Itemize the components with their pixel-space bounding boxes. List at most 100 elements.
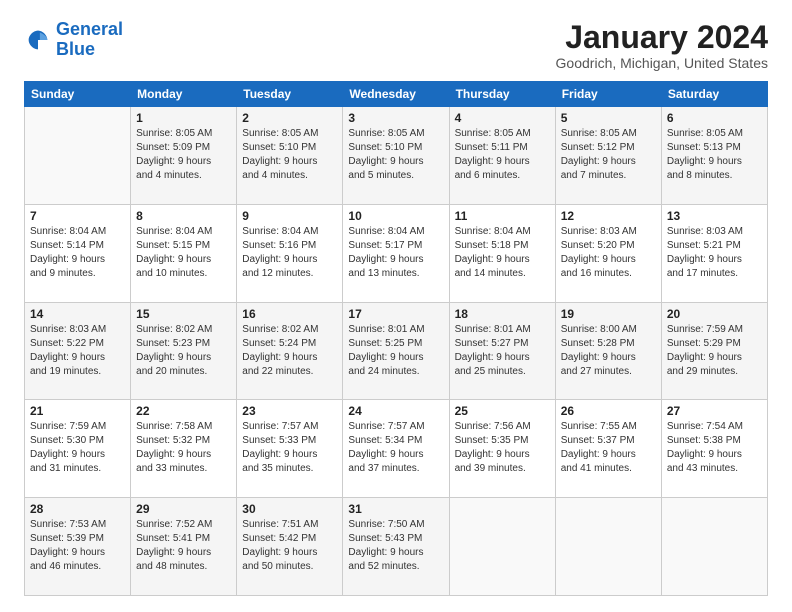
day-info: Sunrise: 8:03 AMSunset: 5:20 PMDaylight:… <box>561 225 656 281</box>
week-row-5: 28 Sunrise: 7:53 AMSunset: 5:39 PMDayligh… <box>25 498 768 596</box>
day-number: 26 <box>561 404 656 418</box>
calendar-cell: 4 Sunrise: 8:05 AMSunset: 5:11 PMDaylight… <box>449 107 555 205</box>
weekday-header-wednesday: Wednesday <box>343 82 449 107</box>
calendar-cell: 6 Sunrise: 8:05 AMSunset: 5:13 PMDaylight… <box>661 107 767 205</box>
calendar-cell: 29Sunrise: 7:52 AMSunset: 5:41 PMDayligh… <box>131 498 237 596</box>
day-number: 25 <box>455 404 550 418</box>
calendar-table: SundayMondayTuesdayWednesdayThursdayFrid… <box>24 81 768 596</box>
weekday-header-row: SundayMondayTuesdayWednesdayThursdayFrid… <box>25 82 768 107</box>
calendar-cell <box>25 107 131 205</box>
day-number: 28 <box>30 502 125 516</box>
calendar-cell: 7Sunrise: 8:04 AMSunset: 5:14 PMDaylight… <box>25 204 131 302</box>
weekday-header-thursday: Thursday <box>449 82 555 107</box>
calendar-cell: 10Sunrise: 8:04 AMSunset: 5:17 PMDayligh… <box>343 204 449 302</box>
day-number: 10 <box>348 209 443 223</box>
day-number: 7 <box>30 209 125 223</box>
calendar-cell: 2Sunrise: 8:05 AMSunset: 5:10 PMDaylight… <box>237 107 343 205</box>
calendar-cell: 26 Sunrise: 7:55 AMSunset: 5:37 PMDayligh… <box>555 400 661 498</box>
calendar-cell: 21Sunrise: 7:59 AMSunset: 5:30 PMDayligh… <box>25 400 131 498</box>
calendar-cell: 28 Sunrise: 7:53 AMSunset: 5:39 PMDayligh… <box>25 498 131 596</box>
day-info: Sunrise: 8:02 AMSunset: 5:24 PMDaylight:… <box>242 323 337 379</box>
day-number: 29 <box>136 502 231 516</box>
calendar-cell: 17 Sunrise: 8:01 AMSunset: 5:25 PMDayligh… <box>343 302 449 400</box>
day-info: Sunrise: 8:04 AMSunset: 5:18 PMDaylight:… <box>455 225 550 281</box>
day-info: Sunrise: 7:59 AMSunset: 5:29 PMDaylight:… <box>667 323 762 379</box>
day-number: 27 <box>667 404 762 418</box>
logo-line1: General <box>56 19 123 39</box>
day-number: 13 <box>667 209 762 223</box>
calendar-cell: 13 Sunrise: 8:03 AMSunset: 5:21 PMDayligh… <box>661 204 767 302</box>
day-number: 16 <box>242 307 337 321</box>
day-number: 18 <box>455 307 550 321</box>
day-number: 17 <box>348 307 443 321</box>
day-number: 24 <box>348 404 443 418</box>
day-number: 23 <box>242 404 337 418</box>
calendar-cell: 9Sunrise: 8:04 AMSunset: 5:16 PMDaylight… <box>237 204 343 302</box>
day-info: Sunrise: 7:56 AMSunset: 5:35 PMDaylight:… <box>455 420 550 476</box>
day-number: 19 <box>561 307 656 321</box>
week-row-2: 7Sunrise: 8:04 AMSunset: 5:14 PMDaylight… <box>25 204 768 302</box>
calendar-cell: 31Sunrise: 7:50 AMSunset: 5:43 PMDayligh… <box>343 498 449 596</box>
calendar-cell: 5Sunrise: 8:05 AMSunset: 5:12 PMDaylight… <box>555 107 661 205</box>
day-number: 8 <box>136 209 231 223</box>
calendar-cell: 14 Sunrise: 8:03 AMSunset: 5:22 PMDayligh… <box>25 302 131 400</box>
calendar-cell: 24 Sunrise: 7:57 AMSunset: 5:34 PMDayligh… <box>343 400 449 498</box>
day-info: Sunrise: 7:54 AMSunset: 5:38 PMDaylight:… <box>667 420 762 476</box>
main-title: January 2024 <box>556 20 768 55</box>
subtitle: Goodrich, Michigan, United States <box>556 55 768 71</box>
day-info: Sunrise: 8:05 AMSunset: 5:11 PMDaylight:… <box>455 127 550 183</box>
day-info: Sunrise: 7:51 AMSunset: 5:42 PMDaylight:… <box>242 518 337 574</box>
day-info: Sunrise: 7:58 AMSunset: 5:32 PMDaylight:… <box>136 420 231 476</box>
calendar-cell <box>449 498 555 596</box>
day-number: 31 <box>348 502 443 516</box>
calendar-body: 1Sunrise: 8:05 AMSunset: 5:09 PMDaylight… <box>25 107 768 596</box>
day-info: Sunrise: 8:05 AMSunset: 5:10 PMDaylight:… <box>242 127 337 183</box>
calendar-cell: 15 Sunrise: 8:02 AMSunset: 5:23 PMDayligh… <box>131 302 237 400</box>
day-number: 20 <box>667 307 762 321</box>
logo-line2: Blue <box>56 39 95 59</box>
day-number: 3 <box>348 111 443 125</box>
day-info: Sunrise: 8:03 AMSunset: 5:22 PMDaylight:… <box>30 323 125 379</box>
day-info: Sunrise: 8:00 AMSunset: 5:28 PMDaylight:… <box>561 323 656 379</box>
calendar-cell: 8 Sunrise: 8:04 AMSunset: 5:15 PMDaylight… <box>131 204 237 302</box>
calendar-cell: 11Sunrise: 8:04 AMSunset: 5:18 PMDayligh… <box>449 204 555 302</box>
day-info: Sunrise: 8:05 AMSunset: 5:12 PMDaylight:… <box>561 127 656 183</box>
header: General Blue January 2024 Goodrich, Mich… <box>24 20 768 71</box>
day-number: 14 <box>30 307 125 321</box>
calendar-cell <box>661 498 767 596</box>
day-info: Sunrise: 8:04 AMSunset: 5:15 PMDaylight:… <box>136 225 231 281</box>
calendar-cell: 12 Sunrise: 8:03 AMSunset: 5:20 PMDayligh… <box>555 204 661 302</box>
day-info: Sunrise: 7:57 AMSunset: 5:33 PMDaylight:… <box>242 420 337 476</box>
day-info: Sunrise: 8:05 AMSunset: 5:13 PMDaylight:… <box>667 127 762 183</box>
day-info: Sunrise: 8:05 AMSunset: 5:10 PMDaylight:… <box>348 127 443 183</box>
day-number: 12 <box>561 209 656 223</box>
day-number: 15 <box>136 307 231 321</box>
day-number: 6 <box>667 111 762 125</box>
day-info: Sunrise: 7:57 AMSunset: 5:34 PMDaylight:… <box>348 420 443 476</box>
calendar-cell: 30Sunrise: 7:51 AMSunset: 5:42 PMDayligh… <box>237 498 343 596</box>
day-info: Sunrise: 8:05 AMSunset: 5:09 PMDaylight:… <box>136 127 231 183</box>
logo: General Blue <box>24 20 123 60</box>
day-number: 9 <box>242 209 337 223</box>
calendar-cell: 19 Sunrise: 8:00 AMSunset: 5:28 PMDayligh… <box>555 302 661 400</box>
day-number: 4 <box>455 111 550 125</box>
week-row-3: 14 Sunrise: 8:03 AMSunset: 5:22 PMDayligh… <box>25 302 768 400</box>
calendar-cell: 23 Sunrise: 7:57 AMSunset: 5:33 PMDayligh… <box>237 400 343 498</box>
weekday-header-monday: Monday <box>131 82 237 107</box>
week-row-4: 21Sunrise: 7:59 AMSunset: 5:30 PMDayligh… <box>25 400 768 498</box>
day-info: Sunrise: 8:02 AMSunset: 5:23 PMDaylight:… <box>136 323 231 379</box>
day-number: 22 <box>136 404 231 418</box>
weekday-header-tuesday: Tuesday <box>237 82 343 107</box>
calendar-cell: 3 Sunrise: 8:05 AMSunset: 5:10 PMDaylight… <box>343 107 449 205</box>
day-info: Sunrise: 8:03 AMSunset: 5:21 PMDaylight:… <box>667 225 762 281</box>
title-block: January 2024 Goodrich, Michigan, United … <box>556 20 768 71</box>
day-info: Sunrise: 8:01 AMSunset: 5:25 PMDaylight:… <box>348 323 443 379</box>
calendar-cell: 25 Sunrise: 7:56 AMSunset: 5:35 PMDayligh… <box>449 400 555 498</box>
day-info: Sunrise: 7:53 AMSunset: 5:39 PMDaylight:… <box>30 518 125 574</box>
day-info: Sunrise: 7:55 AMSunset: 5:37 PMDaylight:… <box>561 420 656 476</box>
calendar-cell <box>555 498 661 596</box>
weekday-header-friday: Friday <box>555 82 661 107</box>
weekday-header-saturday: Saturday <box>661 82 767 107</box>
calendar-cell: 18Sunrise: 8:01 AMSunset: 5:27 PMDayligh… <box>449 302 555 400</box>
week-row-1: 1Sunrise: 8:05 AMSunset: 5:09 PMDaylight… <box>25 107 768 205</box>
